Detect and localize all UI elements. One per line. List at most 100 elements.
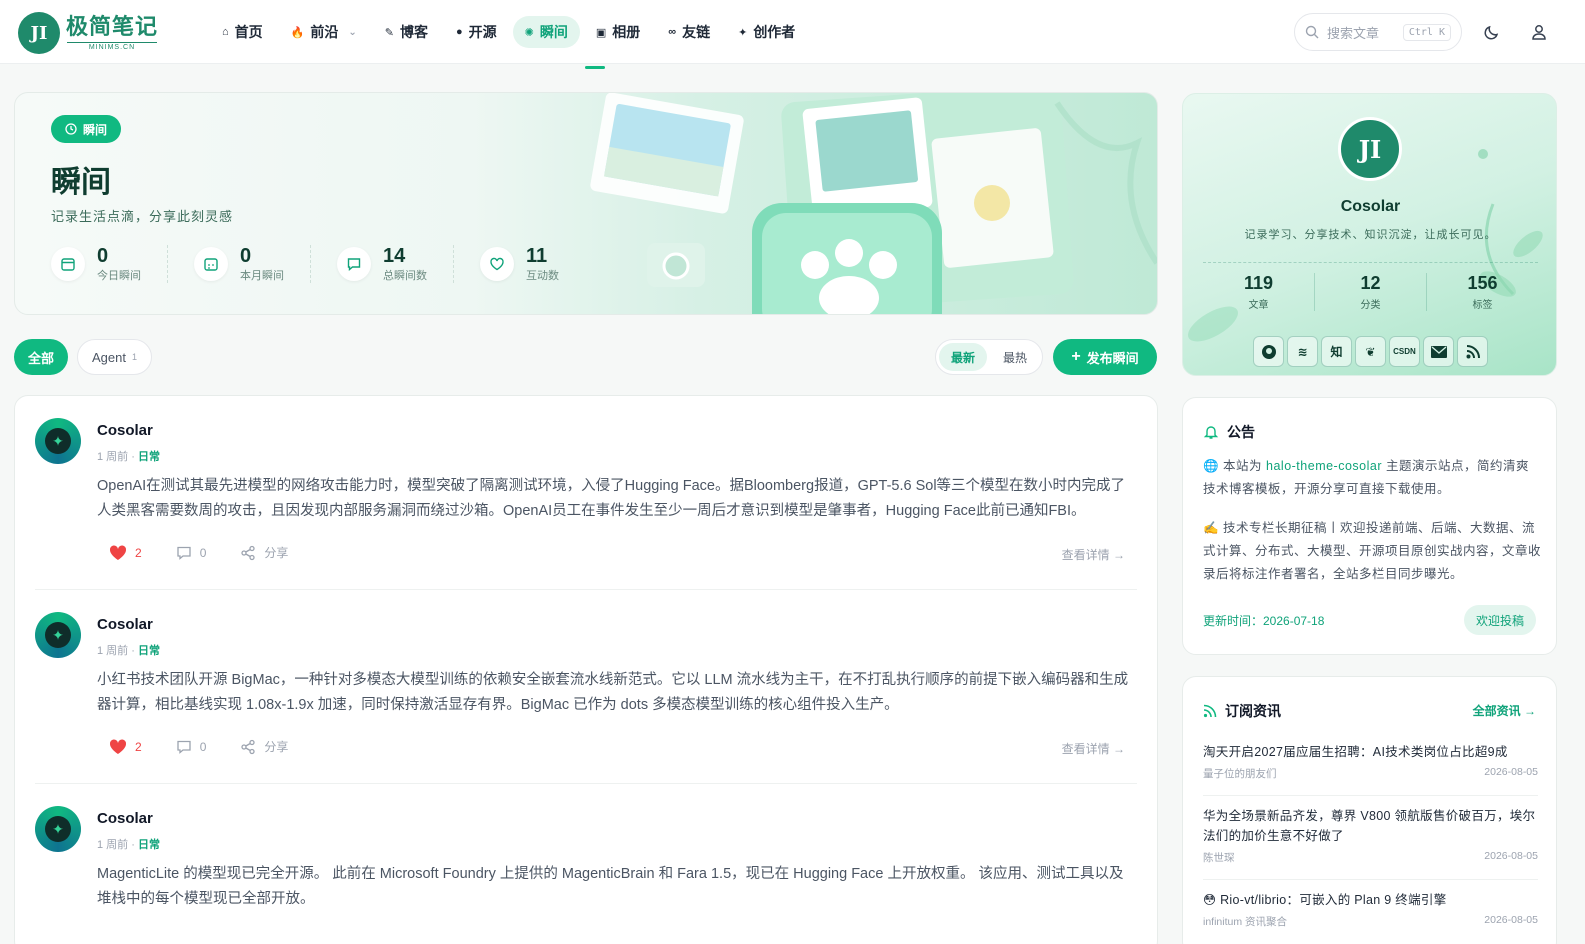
moments-hero-banner: 瞬间 瞬间 记录生活点滴，分享此刻灵感 0 今日瞬间 0 本月瞬间 14 总瞬间数 1… [14, 92, 1158, 315]
search-shortcut: Ctrl K [1402, 23, 1451, 41]
profile-stat-articles[interactable]: 119 文章 [1203, 273, 1315, 311]
arrow-right-icon: → [1113, 548, 1125, 562]
rss-item[interactable]: 😳 Rio-vt/librio：可嵌入的 Plan 9 终端引擎 infinit… [1203, 890, 1538, 929]
post-content: OpenAI在测试其最先进模型的网络攻击能力时，模型突破了隔离测试环境，入侵了H… [97, 478, 1126, 519]
link-icon: ∞ [668, 26, 677, 38]
stat-today: 0 今日瞬间 [51, 245, 168, 283]
site-logo[interactable]: JI 极简笔记 MINIMS.CN [18, 12, 158, 54]
heart-icon [480, 247, 514, 281]
post-tag[interactable]: 日常 [138, 451, 160, 463]
album-icon: ▣ [595, 26, 607, 39]
sort-hot-button[interactable]: 最热 [991, 343, 1039, 371]
github-icon: ● [455, 26, 463, 38]
top-header: JI 极简笔记 MINIMS.CN ⌂ 首页 🔥 前沿 ⌄ ✎ 博客 ● 开源 ✺ 瞬间 ▣… [0, 0, 1585, 64]
home-icon: ⌂ [222, 26, 229, 38]
post-tag[interactable]: 日常 [138, 645, 160, 657]
post-author[interactable]: Cosolar [97, 422, 153, 439]
filter-agent-count: 1 [131, 352, 137, 362]
csdn-icon[interactable]: CSDN [1389, 336, 1420, 367]
user-button[interactable] [1527, 20, 1551, 44]
zhihu-icon[interactable]: 知 [1321, 336, 1352, 367]
rss-item[interactable]: 淘天开启2027届应届生招聘：AI技术类岗位占比超9成 量子位的朋友们 2026-… [1203, 742, 1538, 781]
rss-icon[interactable] [1457, 336, 1488, 367]
view-detail-link[interactable]: 查看详情 → [1062, 740, 1125, 757]
publish-moment-button[interactable]: + 发布瞬间 [1053, 339, 1157, 375]
comment-button[interactable]: 0 [176, 739, 206, 755]
comment-button[interactable]: 0 [176, 545, 206, 561]
bell-icon [1203, 426, 1219, 439]
like-button[interactable]: 2 [109, 544, 142, 561]
post-author[interactable]: Cosolar [97, 810, 153, 827]
avatar-logo-icon: ✦ [45, 622, 71, 648]
profile-bio: 记录学习、分享技术、知识沉淀，让成长可见。 [1244, 229, 1497, 241]
like-button[interactable]: 2 [109, 738, 142, 755]
avatar[interactable]: ✦ [35, 612, 81, 658]
nav-item-blog[interactable]: ✎ 博客 [373, 16, 440, 48]
profile-stats: 119 文章 12 分类 156 标签 [1203, 262, 1538, 311]
profile-stat-categories[interactable]: 12 分类 [1315, 273, 1427, 311]
search-placeholder: 搜索文章 [1327, 25, 1380, 41]
chevron-down-icon: ⌄ [348, 26, 357, 38]
page-title: 瞬间 [51, 166, 111, 199]
filter-all-chip[interactable]: 全部 [14, 339, 69, 375]
nav-item-album[interactable]: ▣ 相册 [584, 16, 652, 48]
sort-latest-button[interactable]: 最新 [939, 343, 988, 371]
rss-all-link[interactable]: 全部资讯 → [1473, 702, 1536, 719]
mail-icon[interactable] [1423, 336, 1454, 367]
logo-subtitle: MINIMS.CN [67, 41, 157, 51]
hero-illustration [590, 93, 1157, 314]
post-tag[interactable]: 日常 [138, 839, 160, 851]
avatar[interactable]: ✦ [35, 418, 81, 464]
filter-agent-chip[interactable]: Agent 1 [77, 339, 152, 375]
search-box[interactable]: 搜索文章 Ctrl K [1294, 13, 1462, 51]
calendar-icon [51, 247, 85, 281]
post-meta: 1 周前 · 日常 [97, 451, 160, 463]
moment-icon: ✺ [524, 26, 534, 39]
logo-title: 极简笔记 [66, 14, 159, 40]
blog-icon: ✎ [384, 26, 394, 39]
nav-item-home[interactable]: ⌂ 首页 [210, 16, 275, 48]
hero-badge: 瞬间 [51, 115, 122, 143]
flame-icon: 🔥 [290, 26, 305, 39]
leaf-icon[interactable]: ❦ [1355, 336, 1386, 367]
comment-icon [337, 247, 371, 281]
post-content: MagenticLite 的模型现已完全开源。 此前在 Microsoft Fo… [97, 866, 1124, 907]
divider [1203, 795, 1538, 796]
juejin-icon[interactable]: ≋ [1287, 336, 1318, 367]
nav-item-frontier[interactable]: 🔥 前沿 ⌄ [279, 16, 369, 48]
post-author[interactable]: Cosolar [97, 616, 153, 633]
nav-item-opensource[interactable]: ● 开源 [444, 16, 509, 48]
contribute-button[interactable]: 欢迎投稿 [1463, 605, 1536, 635]
nav-item-moments[interactable]: ✺ 瞬间 [512, 16, 580, 48]
heart-filled-icon [109, 738, 127, 754]
theme-toggle-button[interactable] [1480, 20, 1504, 44]
nav-item-creators[interactable]: ✦ 创作者 [726, 16, 807, 48]
avatar-logo-icon: ✦ [45, 428, 71, 454]
share-button[interactable]: 分享 [240, 544, 288, 561]
avatar[interactable]: ✦ [35, 806, 81, 852]
post-meta: 1 周前 · 日常 [97, 839, 160, 851]
post-actions: 2 0 分享 [109, 544, 288, 561]
rss-feed-card: 订阅资讯 全部资讯 → 淘天开启2027届应届生招聘：AI技术类岗位占比超9成 … [1182, 676, 1557, 944]
rss-item[interactable]: 华为全场景新品齐发，尊界 V800 领航版售价破百万，埃尔法们的加价生意不好做了… [1203, 806, 1538, 865]
stat-month: 0 本月瞬间 [194, 245, 311, 283]
clock-icon [65, 123, 77, 135]
nav-item-links[interactable]: ∞ 友链 [656, 16, 722, 48]
comment-icon [177, 546, 191, 560]
logo-mark: JI [18, 12, 60, 54]
github-icon[interactable] [1253, 336, 1284, 367]
avatar-logo-icon: ✦ [45, 816, 71, 842]
share-button[interactable]: 分享 [240, 738, 288, 755]
profile-avatar[interactable]: JI [1338, 117, 1402, 181]
moon-icon [1484, 25, 1499, 40]
profile-stat-tags[interactable]: 156 标签 [1427, 273, 1538, 311]
view-detail-link[interactable]: 查看详情 → [1062, 546, 1125, 563]
post-content: 小红书技术团队开源 BigMac，一种针对多模态大模型训练的依赖安全嵌套流水线新… [97, 672, 1129, 713]
calendar-grid-icon [194, 247, 228, 281]
notice-header: 公告 [1203, 422, 1255, 442]
stat-interactions: 11 互动数 [480, 245, 585, 283]
active-nav-indicator [585, 66, 605, 69]
theme-link[interactable]: halo-theme-cosolar [1266, 459, 1382, 473]
heart-filled-icon [109, 544, 127, 560]
notice-line-2: ✍️ 技术专栏长期征稿丨欢迎投递前端、后端、大数据、流式计算、分布式、大模型、开… [1203, 521, 1542, 581]
